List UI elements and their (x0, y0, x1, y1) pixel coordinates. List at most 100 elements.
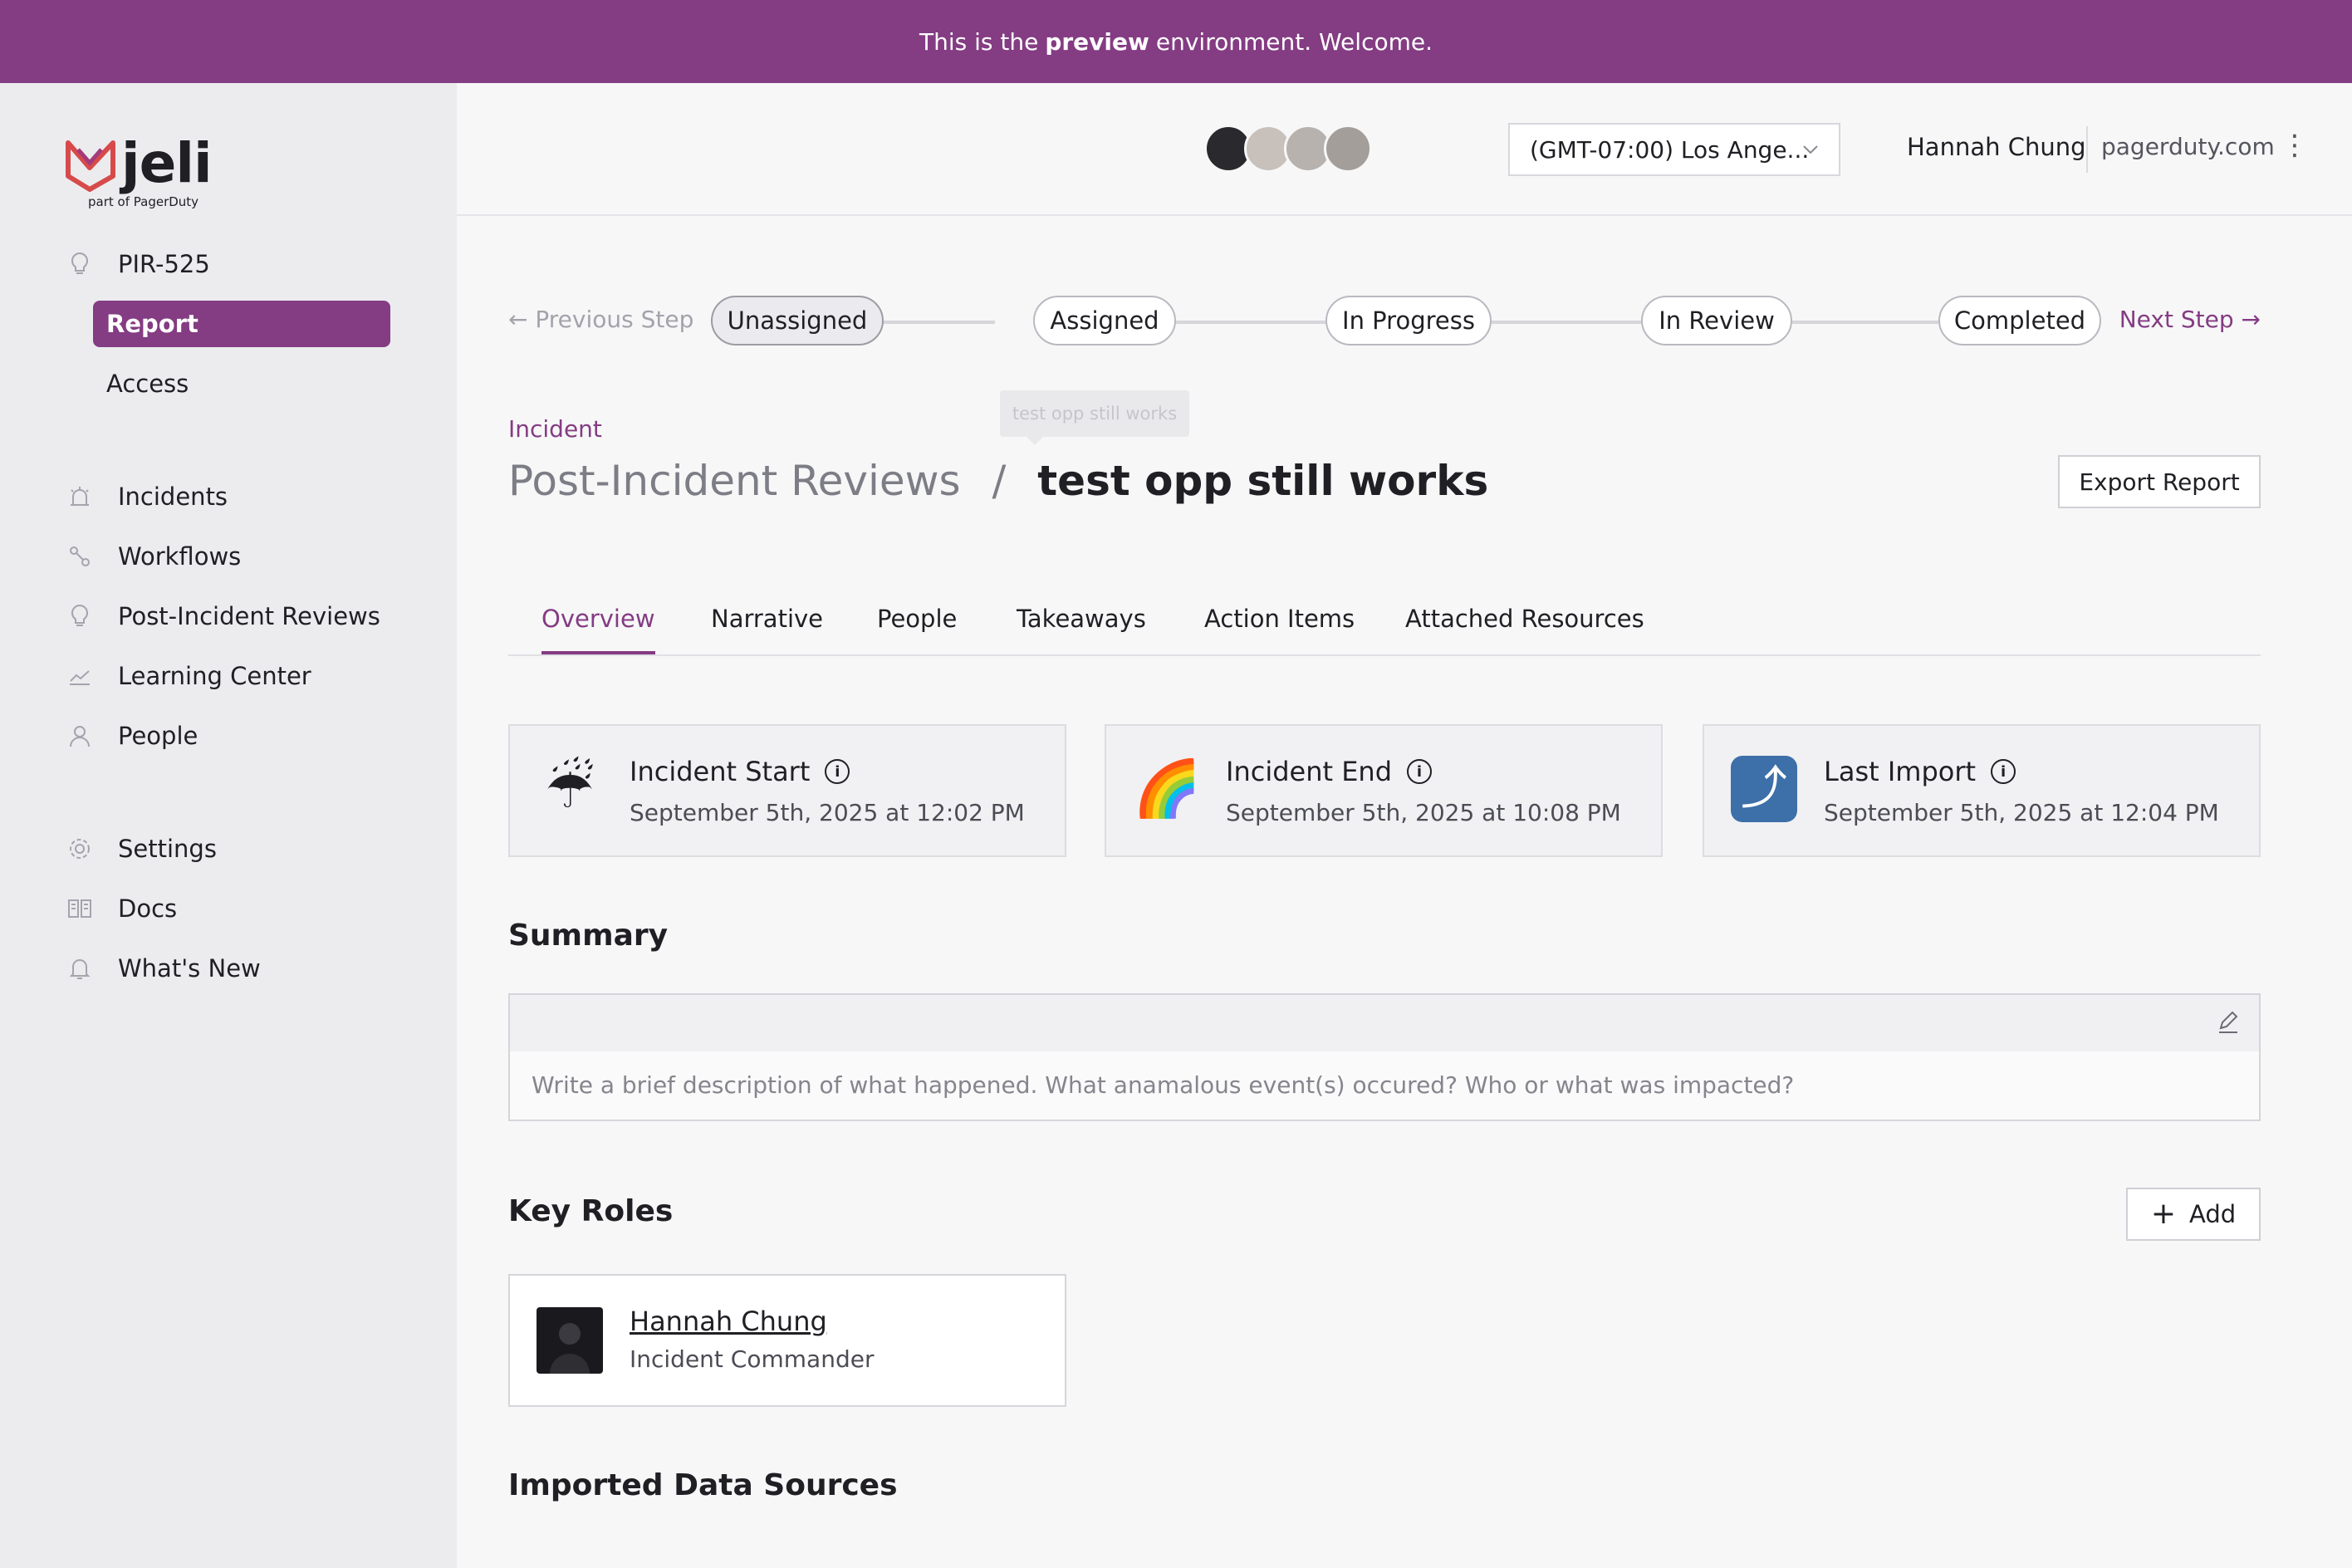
card-title-text: Last Import (1824, 756, 1977, 787)
sidebar-subitem-label: Report (106, 310, 198, 338)
sidebar-item-whats-new[interactable]: What's New (66, 945, 415, 992)
summary-heading: Summary (508, 919, 669, 953)
sidebar-item-pir[interactable]: PIR-525 (66, 241, 415, 287)
incident-start-card: ☔ Incident Start i September 5th, 2025 a… (508, 724, 1066, 857)
role-person-role: Incident Commander (630, 1345, 875, 1373)
summary-editor[interactable]: Write a brief description of what happen… (508, 993, 2261, 1121)
logo-wordmark: jeli (121, 131, 213, 195)
sidebar-item-label: What's New (118, 954, 261, 982)
card-title: Last Import i (1824, 756, 2016, 787)
preview-banner: This is the preview environment. Welcome… (0, 0, 2352, 83)
tab-takeaways[interactable]: Takeaways (1017, 605, 1146, 654)
role-person-name[interactable]: Hannah Chung (630, 1306, 827, 1337)
tab-overview[interactable]: Overview (541, 605, 655, 654)
title-separator: / (992, 457, 1007, 505)
card-title-text: Incident End (1226, 756, 1393, 787)
step-label: In Review (1659, 306, 1775, 335)
step-connector (882, 321, 995, 324)
sidebar-item-label: Docs (118, 894, 178, 923)
card-date: September 5th, 2025 at 12:04 PM (1824, 799, 2219, 826)
title-current[interactable]: test opp still works (1037, 457, 1488, 505)
book-icon (66, 895, 93, 922)
more-options-icon[interactable]: ⋮ (2281, 131, 2309, 159)
sidebar-subitem-report[interactable]: Report (93, 301, 390, 347)
arrow-up-right-icon: ⤴ (1731, 756, 1797, 822)
key-roles-heading: Key Roles (508, 1194, 674, 1228)
info-icon[interactable]: i (1991, 759, 2016, 784)
step-label: In Progress (1342, 306, 1475, 335)
user-org: pagerduty.com (2101, 133, 2275, 160)
step-label: Unassigned (727, 306, 868, 335)
rainbow-icon: 🌈 (1133, 757, 1202, 821)
workflow-icon (66, 543, 93, 570)
logo-subtitle: part of PagerDuty (88, 194, 199, 209)
avatar (537, 1307, 603, 1374)
title-parent[interactable]: Post-Incident Reviews (508, 457, 961, 505)
export-report-label: Export Report (2079, 468, 2240, 496)
step-connector (1174, 321, 1327, 324)
sidebar-item-people[interactable]: People (66, 713, 415, 759)
user-separator (2086, 126, 2088, 173)
chart-line-icon (66, 663, 93, 689)
pencil-icon[interactable] (2216, 1010, 2241, 1035)
info-icon[interactable]: i (1407, 759, 1433, 784)
next-step-button[interactable]: Next Step → (2119, 306, 2261, 333)
sidebar-item-workflows[interactable]: Workflows (66, 533, 415, 580)
sidebar-item-label: Incidents (118, 483, 228, 511)
sidebar-item-label: Settings (118, 835, 217, 863)
user-name[interactable]: Hannah Chung (1907, 133, 2086, 161)
card-title: Incident Start i (630, 756, 850, 787)
gear-icon (66, 835, 93, 862)
status-stepper: ← Previous Step Unassigned Assigned In P… (508, 296, 2261, 345)
info-icon[interactable]: i (825, 759, 850, 784)
step-label: Completed (1953, 306, 2086, 335)
sidebar-item-learning-center[interactable]: Learning Center (66, 653, 415, 699)
add-role-label: Add (2189, 1200, 2237, 1228)
tab-attached-resources[interactable]: Attached Resources (1405, 605, 1644, 654)
card-date: September 5th, 2025 at 10:08 PM (1226, 799, 1621, 826)
sidebar-subitem-label: Access (106, 370, 189, 398)
sidebar-item-label: Learning Center (118, 662, 311, 690)
next-step-label: Next Step (2119, 306, 2234, 333)
export-report-button[interactable]: Export Report (2058, 455, 2261, 508)
previous-step-button[interactable]: ← Previous Step (508, 306, 693, 333)
sidebar-item-label: Post-Incident Reviews (118, 602, 380, 630)
step-connector (1791, 321, 1950, 324)
sidebar-item-incidents[interactable]: Incidents (66, 473, 415, 520)
step-completed[interactable]: Completed (1938, 296, 2101, 345)
step-connector (1490, 321, 1646, 324)
step-in-progress[interactable]: In Progress (1325, 296, 1492, 345)
tab-action-items[interactable]: Action Items (1204, 605, 1355, 654)
timezone-value: (GMT-07:00) Los Ange... (1530, 135, 1810, 164)
step-assigned[interactable]: Assigned (1033, 296, 1176, 345)
arrow-left-icon: ← (508, 306, 528, 333)
sidebar-subitem-access[interactable]: Access (93, 360, 390, 407)
jeli-logo[interactable]: jeli part of PagerDuty (65, 131, 264, 214)
sidebar-item-post-incident-reviews[interactable]: Post-Incident Reviews (66, 593, 415, 639)
page-title: Post-Incident Reviews / test opp still w… (508, 457, 1488, 505)
chevron-down-icon (1803, 145, 1818, 154)
add-role-button[interactable]: + Add (2126, 1188, 2261, 1241)
tab-people[interactable]: People (877, 605, 957, 654)
sidebar-item-docs[interactable]: Docs (66, 885, 415, 932)
banner-suffix: environment. Welcome. (1155, 27, 1433, 56)
card-title: Incident End i (1226, 756, 1433, 787)
tab-narrative[interactable]: Narrative (711, 605, 823, 654)
avatar[interactable] (1324, 125, 1372, 173)
imported-data-sources-heading: Imported Data Sources (508, 1468, 898, 1502)
step-unassigned[interactable]: Unassigned (711, 296, 884, 345)
lightbulb-icon (66, 251, 93, 277)
sidebar-item-settings[interactable]: Settings (66, 826, 415, 872)
card-date: September 5th, 2025 at 12:02 PM (630, 799, 1025, 826)
summary-placeholder: Write a brief description of what happen… (532, 1071, 1795, 1099)
viewer-avatars[interactable] (1204, 125, 1387, 174)
card-title-text: Incident Start (630, 756, 811, 787)
timezone-select[interactable]: (GMT-07:00) Los Ange... (1508, 123, 1840, 176)
breadcrumb[interactable]: Incident (508, 415, 602, 443)
bell-icon (66, 955, 93, 982)
report-tabs: Overview Narrative People Takeaways Acti… (508, 588, 2261, 656)
step-in-review[interactable]: In Review (1641, 296, 1792, 345)
umbrella-rain-icon: ☔ (545, 757, 595, 821)
incident-end-card: 🌈 Incident End i September 5th, 2025 at … (1105, 724, 1663, 857)
step-label: Assigned (1050, 306, 1159, 335)
